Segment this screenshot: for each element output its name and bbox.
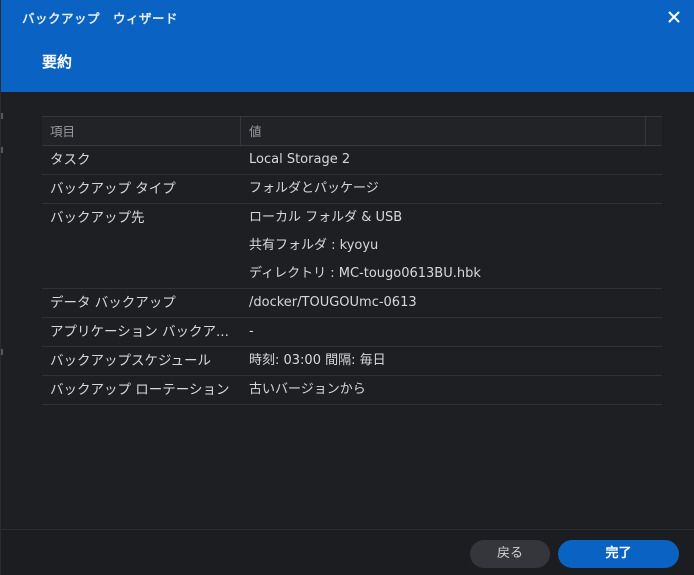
row-value: 時刻: 03:00 間隔: 毎日 xyxy=(249,353,386,368)
row-value: Local Storage 2 xyxy=(249,152,351,167)
row-label: データ バックアップ xyxy=(50,295,176,311)
row-label: バックアップ先 xyxy=(50,210,145,226)
backup-wizard-dialog: バックアップ ウィザード 要約 項目 値 タスク Local Storage 2… xyxy=(0,0,694,575)
summary-table: 項目 値 タスク Local Storage 2 バックアップ タイプ フォルダ… xyxy=(42,116,662,405)
row-label: アプリケーション バックア... xyxy=(50,324,229,340)
column-header-value: 値 xyxy=(241,117,646,145)
step-title: 要約 xyxy=(42,53,73,71)
row-label: バックアップ ローテーション xyxy=(50,382,230,398)
table-row: バックアップ先 ローカル フォルダ & USB 共有フォルダ : kyoyu デ… xyxy=(42,204,662,289)
row-value: /docker/TOUGOUmc-0613 xyxy=(249,295,417,310)
close-button[interactable] xyxy=(663,6,685,28)
column-header-spacer xyxy=(646,117,662,145)
back-button[interactable]: 戻る xyxy=(470,540,550,568)
row-value: フォルダとパッケージ xyxy=(249,181,379,196)
table-header: 項目 値 xyxy=(42,116,662,146)
table-row: アプリケーション バックア... - xyxy=(42,318,662,347)
dialog-footer: 戻る 完了 xyxy=(1,529,694,575)
table-row: データ バックアップ /docker/TOUGOUmc-0613 xyxy=(42,289,662,318)
dialog-header: バックアップ ウィザード 要約 xyxy=(1,0,694,92)
table-row: タスク Local Storage 2 xyxy=(42,146,662,175)
close-icon xyxy=(668,11,680,23)
row-value: - xyxy=(249,324,254,339)
row-label: バックアップスケジュール xyxy=(50,353,212,369)
row-value: ローカル フォルダ & USB 共有フォルダ : kyoyu ディレクトリ : … xyxy=(249,210,481,281)
row-label: バックアップ タイプ xyxy=(50,181,176,197)
table-row: バックアップ ローテーション 古いバージョンから xyxy=(42,376,662,405)
finish-button[interactable]: 完了 xyxy=(558,540,679,568)
row-label: タスク xyxy=(50,152,91,168)
column-header-item: 項目 xyxy=(42,117,241,145)
window-title: バックアップ ウィザード xyxy=(22,11,179,26)
table-row: バックアップスケジュール 時刻: 03:00 間隔: 毎日 xyxy=(42,347,662,376)
table-row: バックアップ タイプ フォルダとパッケージ xyxy=(42,175,662,204)
row-value: 古いバージョンから xyxy=(249,382,366,397)
